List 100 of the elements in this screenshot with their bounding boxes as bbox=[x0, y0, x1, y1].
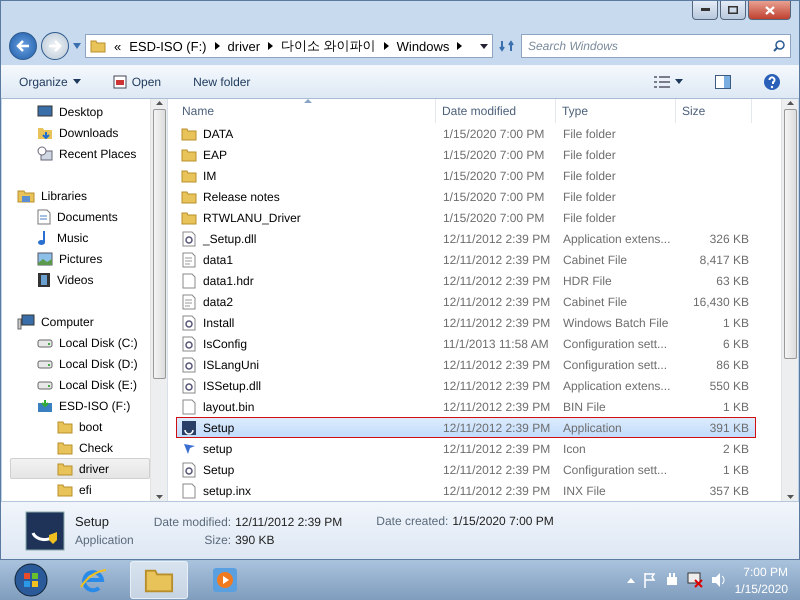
date-cell-text: 12/11/2012 2:39 PM bbox=[442, 232, 552, 246]
type-cell-text: File folder bbox=[562, 210, 617, 224]
nav-tree-item[interactable]: efi bbox=[10, 479, 150, 500]
file-name: IsConfig bbox=[177, 336, 437, 352]
address-bar[interactable]: « ESD-ISO (F:) driver 다이소 와이파이 Windows bbox=[85, 34, 493, 58]
file-row[interactable]: Setup 12/11/2012 2:39 PM Application 391 KB bbox=[176, 417, 756, 438]
scrollbar[interactable] bbox=[150, 99, 167, 501]
file-row[interactable]: layout.bin 12/11/2012 2:39 PM BIN File 1 KB bbox=[176, 396, 756, 417]
file-row[interactable]: IM 1/15/2020 7:00 PM File folder bbox=[176, 165, 756, 186]
nav-tree-item[interactable]: Local Disk (E:) bbox=[10, 374, 150, 395]
file-row[interactable]: DATA 1/15/2020 7:00 PM File folder bbox=[176, 123, 756, 144]
view-options-button[interactable] bbox=[652, 74, 685, 90]
file-name: ISSetup.dll bbox=[177, 378, 437, 394]
nav-tree-item[interactable]: Libraries bbox=[10, 185, 150, 206]
file-row[interactable]: RTWLANU_Driver 1/15/2020 7:00 PM File folder bbox=[176, 207, 756, 228]
maximize-button[interactable] bbox=[720, 1, 746, 20]
nav-tree-item[interactable]: Music bbox=[10, 227, 150, 248]
nav-tree-item[interactable]: Desktop bbox=[10, 101, 150, 122]
recent-places-icon bbox=[37, 146, 53, 162]
breadcrumb-overflow[interactable]: « bbox=[114, 38, 122, 54]
document-icon bbox=[181, 294, 197, 310]
file-name: IM bbox=[177, 168, 437, 184]
nav-tree-item[interactable]: Check bbox=[10, 437, 150, 458]
toolbar-button[interactable]: Open bbox=[110, 72, 164, 90]
minimize-button[interactable] bbox=[692, 1, 718, 20]
preview-pane-button[interactable] bbox=[713, 72, 733, 90]
file-row[interactable]: setup.inx 12/11/2012 2:39 PM INX File 357 KB bbox=[176, 480, 756, 501]
chevron-icon[interactable] bbox=[384, 42, 389, 50]
column-header[interactable]: Type bbox=[556, 99, 676, 123]
network-disconnected-icon[interactable] bbox=[686, 572, 703, 588]
date-cell-text: 12/11/2012 2:39 PM bbox=[442, 400, 552, 414]
minimize-icon bbox=[700, 8, 710, 12]
nav-tree-item[interactable]: Pictures bbox=[10, 248, 150, 269]
file-row[interactable]: IsConfig 11/1/2013 11:58 AM Configuration sett... 6 KB bbox=[176, 333, 756, 354]
scroll-up-icon[interactable] bbox=[156, 101, 162, 105]
gear-file-icon bbox=[181, 314, 197, 330]
detail-label: Size: bbox=[203, 532, 232, 546]
nav-tree-item[interactable]: Videos bbox=[10, 269, 150, 290]
file-row[interactable]: setup 12/11/2012 2:39 PM Icon 2 KB bbox=[176, 438, 756, 459]
file-name: Release notes bbox=[177, 188, 437, 204]
scrollbar[interactable] bbox=[781, 99, 798, 501]
back-button[interactable] bbox=[9, 32, 37, 60]
drive-icon bbox=[37, 338, 53, 348]
column-header[interactable]: Date modified bbox=[436, 99, 556, 123]
type-cell-text: INX File bbox=[562, 484, 607, 498]
scroll-up-icon[interactable] bbox=[786, 101, 794, 105]
film-icon bbox=[37, 272, 51, 288]
file-row[interactable]: EAP 1/15/2020 7:00 PM File folder bbox=[176, 144, 756, 165]
breadcrumb[interactable]: ESD-ISO (F:) bbox=[129, 38, 207, 54]
file-row[interactable]: _Setup.dll 12/11/2012 2:39 PM Application extens... 326 KB bbox=[176, 228, 756, 249]
gear-file-icon bbox=[181, 462, 197, 478]
nav-item-label: driver bbox=[79, 462, 110, 476]
scroll-down-icon[interactable] bbox=[786, 495, 794, 499]
detail-value: 390 KB bbox=[235, 532, 276, 546]
dropdown-icon[interactable] bbox=[480, 44, 488, 48]
nav-tree-item[interactable]: Local Disk (C:) bbox=[10, 332, 150, 353]
folder-icon bbox=[57, 482, 73, 498]
computer-icon bbox=[17, 314, 35, 330]
detail-value: 1/15/2020 7:00 PM bbox=[452, 514, 554, 528]
column-header[interactable]: Size bbox=[676, 99, 752, 123]
file-row[interactable]: Release notes 1/15/2020 7:00 PM File folder bbox=[176, 186, 756, 207]
breadcrumb[interactable]: Windows bbox=[396, 38, 450, 54]
chevron-icon[interactable] bbox=[268, 42, 274, 50]
nav-item-label: Music bbox=[57, 230, 88, 244]
sort-arrow-icon bbox=[304, 99, 312, 103]
nav-tree-item[interactable]: Documents bbox=[10, 206, 150, 227]
blank-file-icon bbox=[181, 482, 197, 498]
nav-item-label: efi bbox=[79, 482, 92, 496]
file-row[interactable]: ISLangUni 12/11/2012 2:39 PM Configuration sett... 86 KB bbox=[176, 354, 756, 375]
nav-tree-item[interactable]: boot bbox=[10, 416, 150, 437]
document-icon bbox=[37, 208, 51, 224]
chevron-icon[interactable] bbox=[214, 42, 220, 50]
breadcrumb[interactable]: 다이소 와이파이 bbox=[281, 37, 376, 55]
file-row[interactable]: Setup 12/11/2012 2:39 PM Configuration sett... 1 KB bbox=[176, 459, 756, 480]
dropdown-icon bbox=[72, 79, 81, 84]
folder-icon bbox=[57, 418, 73, 434]
nav-tree-item[interactable]: ESD-ISO (F:) bbox=[10, 395, 150, 416]
search-field[interactable]: Search Windows bbox=[521, 34, 791, 58]
nav-tree-item[interactable]: Computer bbox=[10, 311, 150, 332]
nav-item-label: ESD-ISO (F:) bbox=[59, 398, 130, 412]
close-button[interactable] bbox=[748, 1, 791, 20]
nav-tree-item[interactable]: driver bbox=[10, 458, 150, 479]
file-row[interactable]: data1 12/11/2012 2:39 PM Cabinet File 8,417 KB bbox=[176, 249, 756, 270]
toolbar-button[interactable]: New folder bbox=[191, 72, 252, 90]
toolbar-button[interactable]: Organize bbox=[17, 72, 83, 90]
file-row[interactable]: data1.hdr 12/11/2012 2:39 PM HDR File 63 KB bbox=[176, 270, 756, 291]
chevron-icon[interactable] bbox=[457, 42, 462, 50]
taskbar-app[interactable] bbox=[130, 561, 188, 599]
breadcrumb[interactable]: driver bbox=[228, 38, 260, 54]
forward-button[interactable] bbox=[41, 32, 69, 60]
file-row[interactable]: ISSetup.dll 12/11/2012 2:39 PM Application extens... 550 KB bbox=[176, 375, 756, 396]
file-row[interactable]: data2 12/11/2012 2:39 PM Cabinet File 16,430 KB bbox=[176, 291, 756, 312]
nav-tree-item[interactable]: Recent Places bbox=[10, 143, 150, 164]
nav-tree-item[interactable]: Local Disk (D:) bbox=[10, 353, 150, 374]
scroll-down-icon[interactable] bbox=[156, 495, 162, 499]
folder-icon bbox=[181, 126, 197, 142]
type-cell-text: Cabinet File bbox=[562, 294, 628, 308]
file-row[interactable]: Install 12/11/2012 2:39 PM Windows Batch File 1 KB bbox=[176, 312, 756, 333]
nav-tree-item[interactable]: Downloads bbox=[10, 122, 150, 143]
blank-file-icon bbox=[181, 398, 197, 414]
